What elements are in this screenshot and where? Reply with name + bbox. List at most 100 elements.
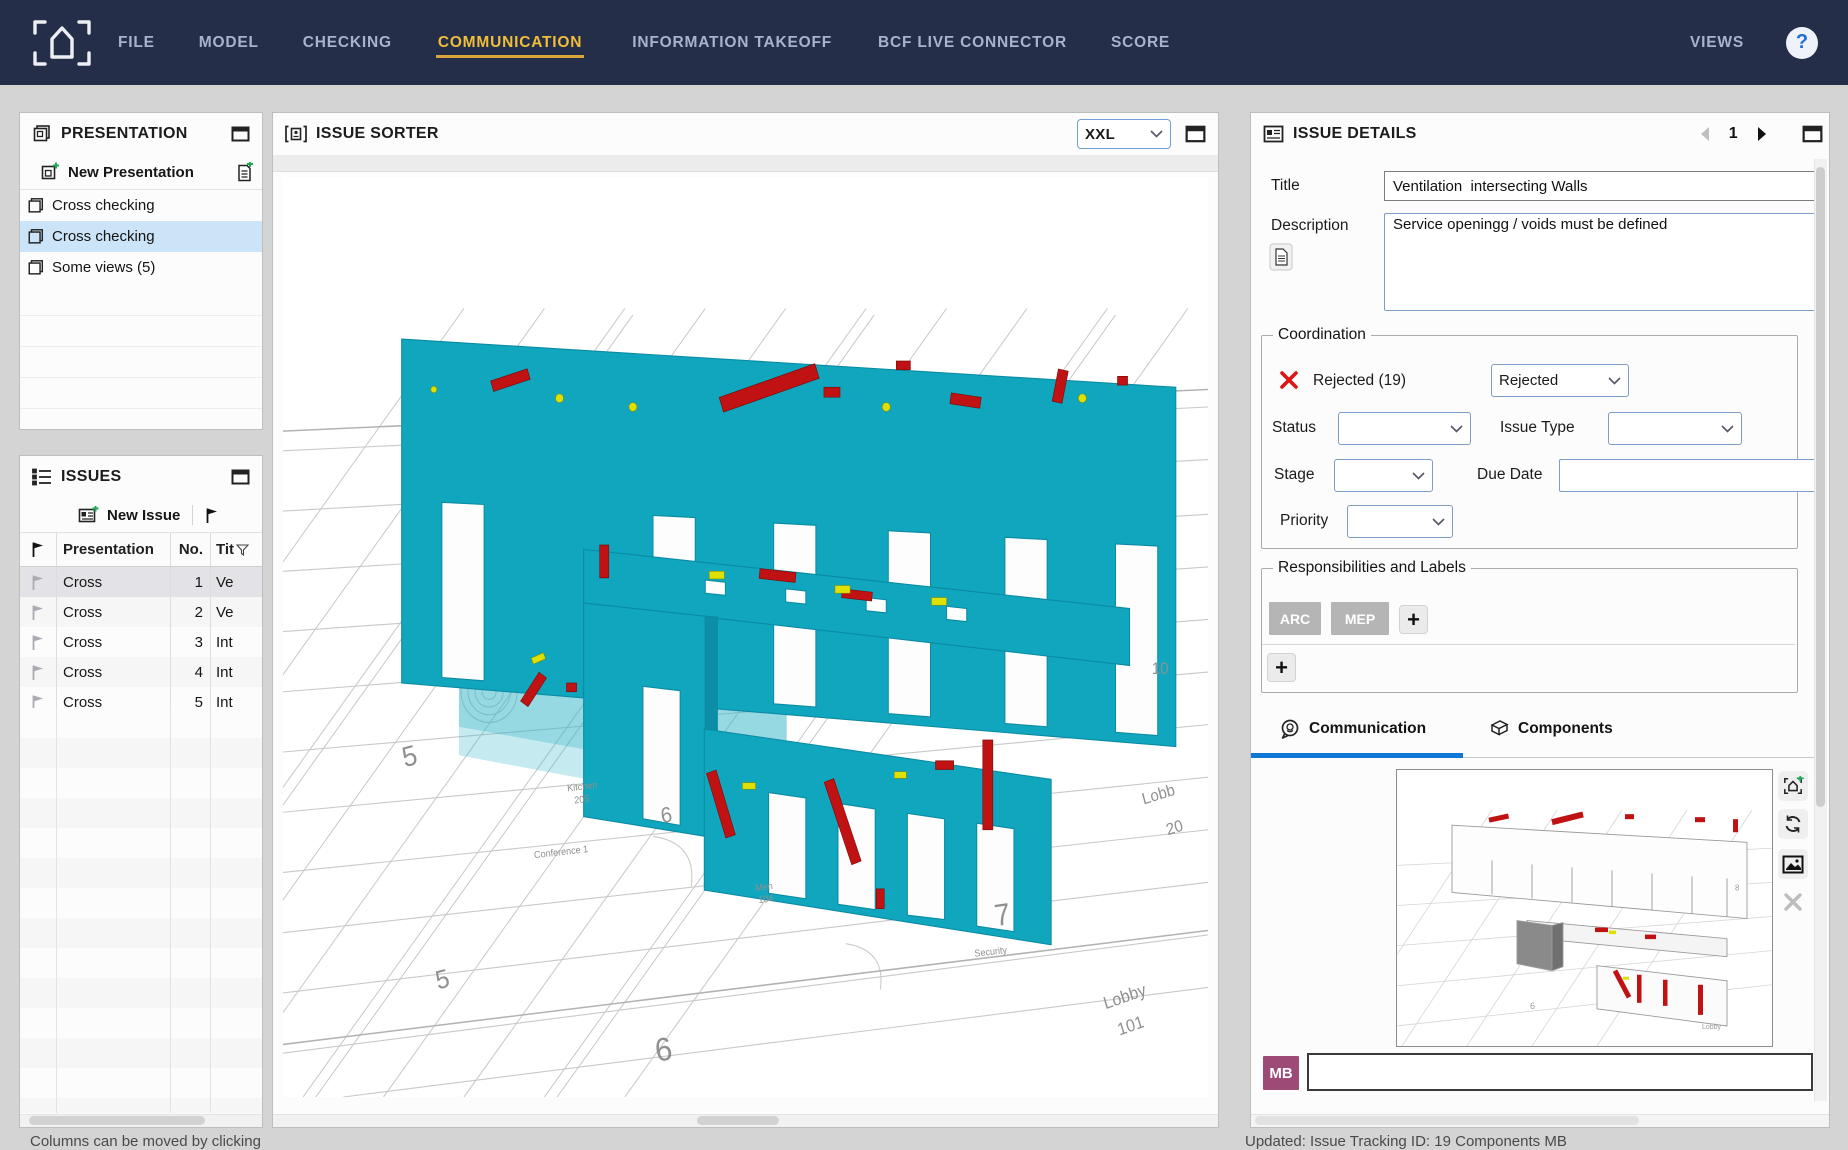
- help-button[interactable]: ?: [1786, 27, 1818, 59]
- issue-table-row[interactable]: Cross1Ve: [20, 567, 262, 597]
- issue-table-row[interactable]: Cross4Int: [20, 657, 262, 687]
- column-header-no[interactable]: No.: [170, 533, 210, 566]
- add-label-button[interactable]: +: [1267, 653, 1296, 682]
- presentation-list-item[interactable]: Cross checking: [20, 190, 262, 221]
- details-hscrollbar[interactable]: [1251, 1114, 1829, 1127]
- undock-panel-icon[interactable]: [1185, 125, 1206, 143]
- presentation-list-item[interactable]: Some views (5): [20, 252, 262, 283]
- nav-item-bcf-live-connector[interactable]: BCF LIVE CONNECTOR: [876, 28, 1069, 58]
- previous-issue-icon[interactable]: [1699, 126, 1711, 142]
- issues-table-body: Cross1VeCross2VeCross3IntCross4IntCross5…: [20, 567, 262, 717]
- presentation-item-label: Cross checking: [52, 197, 155, 214]
- description-doc-icon[interactable]: [1269, 243, 1293, 276]
- flag-column-header-icon[interactable]: [20, 541, 56, 558]
- issue-number-cell: 2: [170, 597, 210, 627]
- priority-label: Priority: [1280, 512, 1328, 530]
- flag-filter-icon[interactable]: [205, 507, 219, 524]
- import-presentation-icon[interactable]: [236, 162, 254, 182]
- new-presentation-button[interactable]: New Presentation: [68, 164, 194, 181]
- due-date-input[interactable]: [1559, 459, 1816, 492]
- responsibility-tag-mep[interactable]: MEP: [1331, 602, 1389, 635]
- issue-page-number: 1: [1729, 125, 1738, 143]
- description-field-label: Description: [1271, 217, 1349, 235]
- nav-item-views[interactable]: VIEWS: [1688, 28, 1746, 58]
- issue-details-title: ISSUE DETAILS: [1293, 125, 1417, 143]
- add-viewpoint-button[interactable]: [1778, 771, 1808, 801]
- issue-title-input[interactable]: [1384, 171, 1816, 201]
- active-tab-underline: [1251, 753, 1463, 758]
- presentation-panel: PRESENTATION New Presentation Cross chec…: [19, 112, 263, 430]
- coordination-state-value: Rejected: [1499, 372, 1558, 389]
- tab-components[interactable]: Components: [1488, 718, 1613, 740]
- stage-select[interactable]: [1334, 459, 1433, 492]
- issue-description-textarea[interactable]: Service openingg / voids must be defined: [1384, 213, 1816, 311]
- snapshot-image-button[interactable]: [1778, 849, 1808, 879]
- issue-sorter-icon: [285, 125, 307, 143]
- responsibility-tag-arc[interactable]: ARC: [1269, 602, 1321, 635]
- presentation-stack-icon: [32, 124, 52, 144]
- presentation-panel-title: PRESENTATION: [61, 125, 188, 143]
- nav-item-model[interactable]: MODEL: [197, 28, 261, 58]
- coordination-state-select[interactable]: Rejected: [1491, 364, 1629, 397]
- column-header-title-label: Tit: [216, 541, 234, 558]
- new-presentation-row: New Presentation: [20, 155, 262, 190]
- sort-filter-icon[interactable]: [236, 543, 249, 556]
- stage-label: Stage: [1274, 466, 1315, 484]
- nav-item-checking[interactable]: CHECKING: [301, 28, 394, 58]
- tab-communication-label: Communication: [1309, 720, 1426, 738]
- issue-type-select[interactable]: [1608, 412, 1742, 445]
- priority-select[interactable]: [1347, 505, 1453, 538]
- plan-grid-label: 104: [758, 893, 774, 906]
- tab-baseline: [1463, 757, 1816, 758]
- new-issue-button[interactable]: New Issue: [107, 507, 180, 524]
- next-issue-icon[interactable]: [1756, 126, 1768, 142]
- nav-item-communication[interactable]: COMMUNICATION: [436, 28, 584, 58]
- issue-type-label: Issue Type: [1500, 419, 1575, 437]
- issue-table-row[interactable]: Cross3Int: [20, 627, 262, 657]
- undock-panel-icon[interactable]: [231, 469, 250, 485]
- sorter-hscrollbar[interactable]: [273, 1114, 1218, 1127]
- plan-grid-label: Lobby: [1101, 980, 1149, 1014]
- plan-grid-label: Men: [755, 881, 774, 894]
- thumbnail-size-select[interactable]: XXL: [1077, 119, 1171, 149]
- svg-text:Lobby: Lobby: [1702, 1024, 1722, 1031]
- issues-hscrollbar[interactable]: [20, 1114, 262, 1127]
- presentation-item-icon: [27, 197, 45, 215]
- add-responsibility-button[interactable]: +: [1399, 605, 1428, 634]
- issue-details-header: ISSUE DETAILS 1: [1251, 113, 1829, 155]
- new-presentation-icon: [40, 162, 60, 182]
- issue-presentation-cell: Cross: [56, 567, 170, 597]
- column-header-title[interactable]: Tit: [210, 533, 262, 566]
- issue-presentation-cell: Cross: [56, 627, 170, 657]
- chevron-down-icon: [1150, 130, 1163, 138]
- issue-flag-icon[interactable]: [20, 664, 56, 681]
- nav-item-information-takeoff[interactable]: INFORMATION TAKEOFF: [630, 28, 834, 58]
- nav-item-score[interactable]: SCORE: [1109, 28, 1172, 58]
- model-viewport[interactable]: 5566710Lobb20Lobby101Kitchen205Conferenc…: [283, 177, 1208, 1097]
- viewpoint-thumbnail[interactable]: 68 Lobby: [1396, 769, 1773, 1047]
- app-logo-icon[interactable]: [30, 18, 94, 68]
- nav-item-file[interactable]: FILE: [116, 28, 157, 58]
- tab-components-label: Components: [1518, 720, 1613, 738]
- undock-panel-icon[interactable]: [231, 126, 250, 142]
- issue-flag-icon[interactable]: [20, 634, 56, 651]
- status-select[interactable]: [1338, 412, 1471, 445]
- presentation-panel-header: PRESENTATION: [20, 113, 262, 155]
- comment-author-badge: MB: [1263, 1056, 1299, 1090]
- delete-viewpoint-button[interactable]: [1778, 887, 1808, 917]
- presentation-list-item-selected[interactable]: Cross checking: [20, 221, 262, 252]
- refresh-viewpoint-button[interactable]: [1778, 809, 1808, 839]
- presentation-item-label: Cross checking: [52, 228, 155, 245]
- presentation-empty-rows: [20, 285, 262, 429]
- issue-number-cell: 3: [170, 627, 210, 657]
- sorter-group-strip: [273, 155, 1218, 172]
- details-vscrollbar[interactable]: [1814, 159, 1827, 1101]
- issue-flag-icon[interactable]: [20, 574, 56, 591]
- undock-panel-icon[interactable]: [1802, 125, 1823, 143]
- comment-input[interactable]: [1307, 1053, 1813, 1091]
- issue-table-row[interactable]: Cross2Ve: [20, 597, 262, 627]
- issues-panel-title: ISSUES: [61, 468, 122, 486]
- issue-flag-icon[interactable]: [20, 604, 56, 621]
- tab-communication[interactable]: Communication: [1279, 718, 1426, 740]
- column-header-presentation[interactable]: Presentation: [56, 533, 170, 566]
